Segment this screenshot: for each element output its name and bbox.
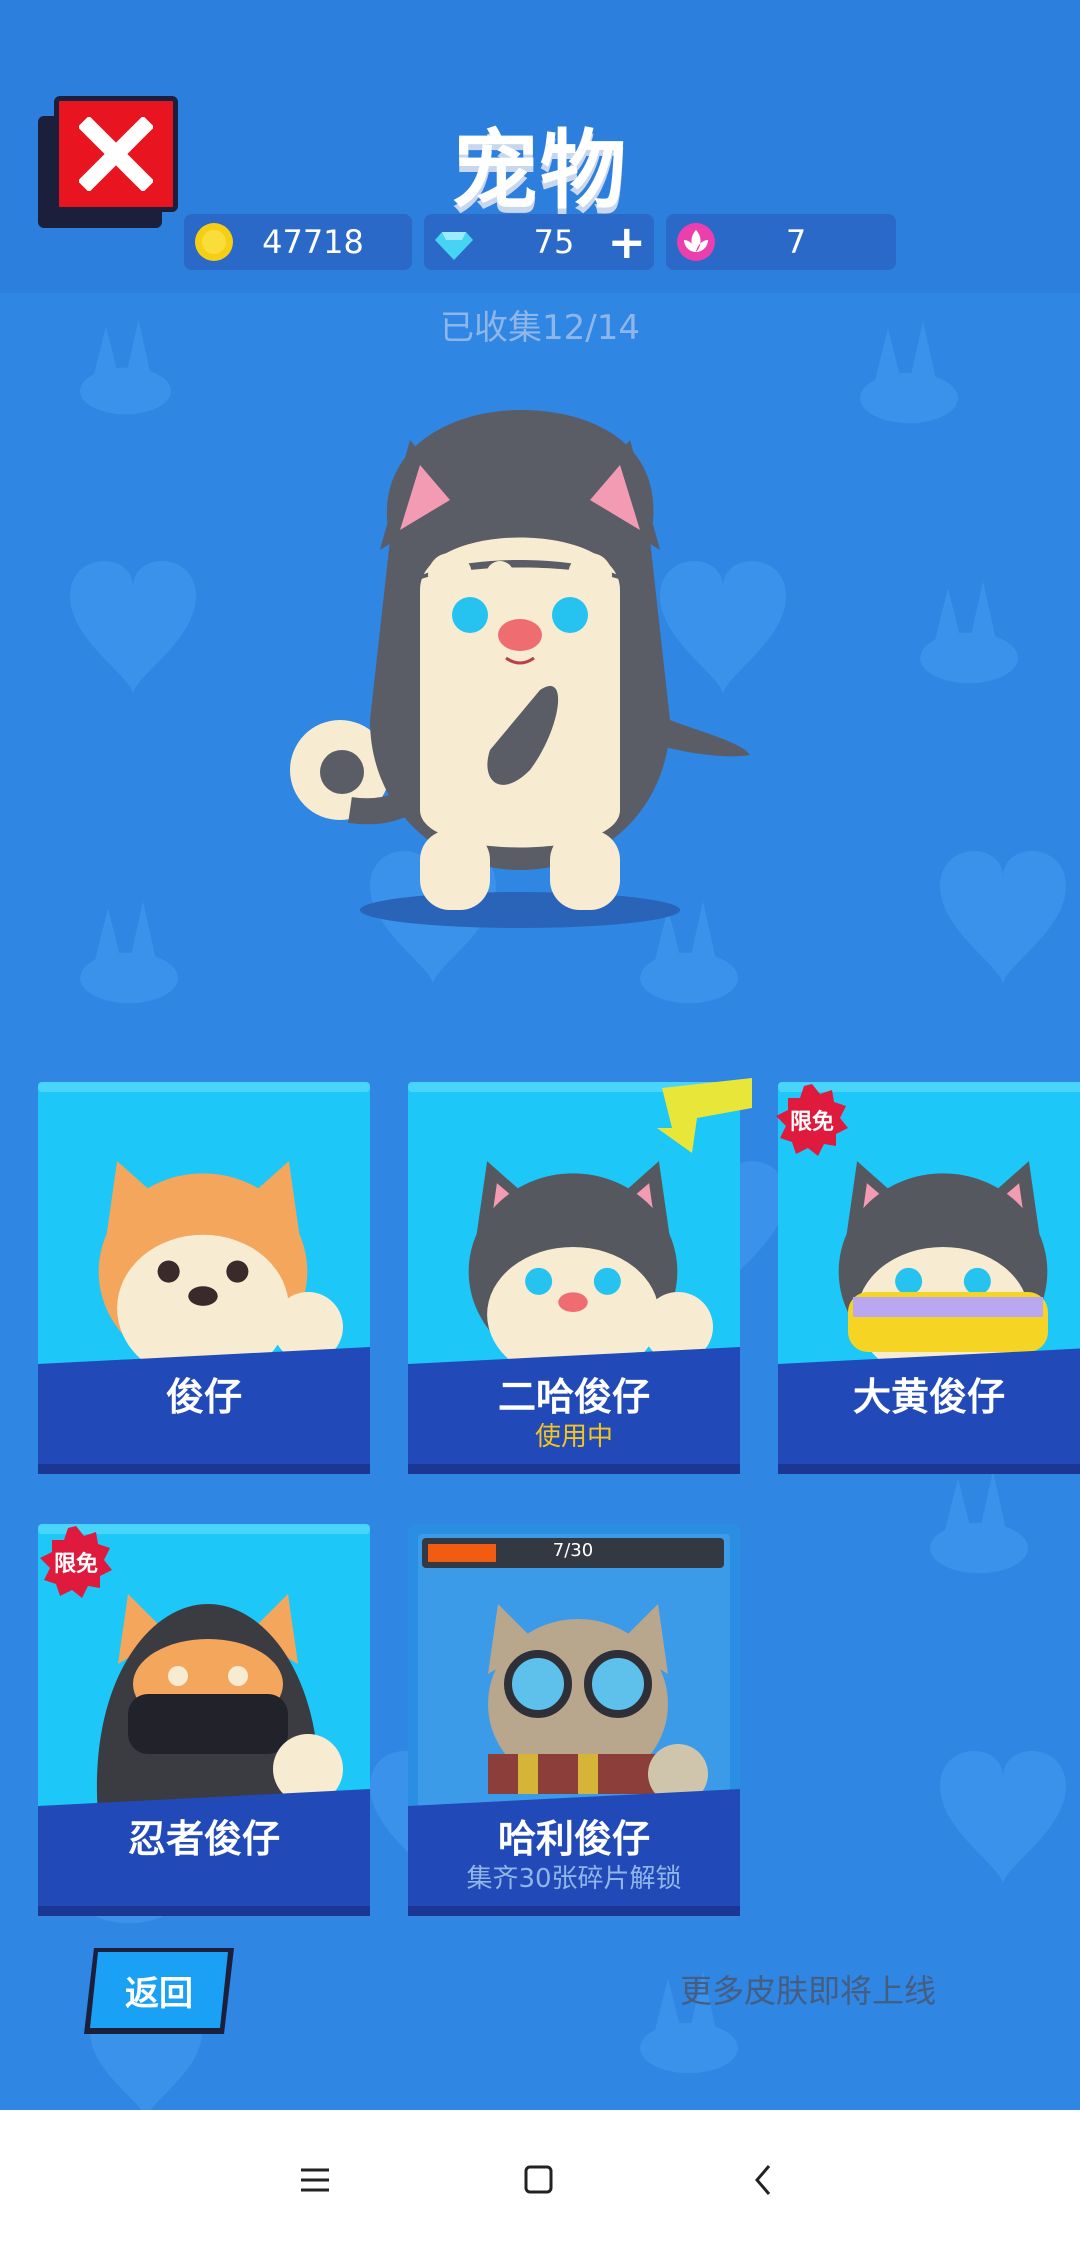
coin-value: 47718 [262,223,364,261]
diamond-icon [435,232,473,260]
home-icon[interactable] [508,2150,568,2210]
token-balance: 7 [666,214,896,270]
pet-name: 大黄俊仔 [852,1375,1005,1419]
in-use-label: 使用中 [534,1422,613,1452]
free-badge: 限免 [774,1082,850,1158]
back-label: 返回 [125,1974,193,2014]
progress-text: 7/30 [552,1540,594,1561]
collected-count: 已收集12/14 [440,308,640,348]
pet-name: 俊仔 [165,1375,242,1419]
selected-arrow-icon [657,1078,752,1153]
free-badge: 限免 [38,1524,114,1600]
unlock-requirement: 集齐30张碎片解锁 [466,1864,682,1894]
pet-name: 二哈俊仔 [497,1375,650,1419]
system-navigation-bar [0,2110,1080,2244]
pet-card-1[interactable]: 俊仔 [38,1082,370,1474]
diamond-value: 75 [533,223,575,261]
plus-icon[interactable]: + [607,214,646,270]
token-value: 7 [785,223,807,261]
coin-icon [195,223,233,261]
pet-card-5-locked[interactable]: 7/30 哈利俊仔 集齐30张碎片解锁 [408,1524,740,1916]
badge-text: 限免 [789,1110,834,1135]
pet-name: 哈利俊仔 [497,1817,650,1861]
selected-pet-preview [290,410,750,928]
pet-card-2[interactable]: 二哈俊仔 使用中 [408,1078,752,1474]
diamond-balance: 75 + [424,214,654,270]
more-skins-text: 更多皮肤即将上线 [680,1972,937,2010]
back-icon[interactable] [733,2150,793,2210]
pet-name: 忍者俊仔 [127,1817,280,1861]
menu-icon[interactable] [285,2150,345,2210]
badge-text: 限免 [53,1552,98,1577]
page-title: 宠物 [452,121,628,221]
fragment-progress-bar: 7/30 [422,1538,724,1568]
coin-balance: 47718 [184,214,412,270]
lotus-token-icon [677,223,715,261]
back-button[interactable]: 返回 [84,1944,234,2034]
